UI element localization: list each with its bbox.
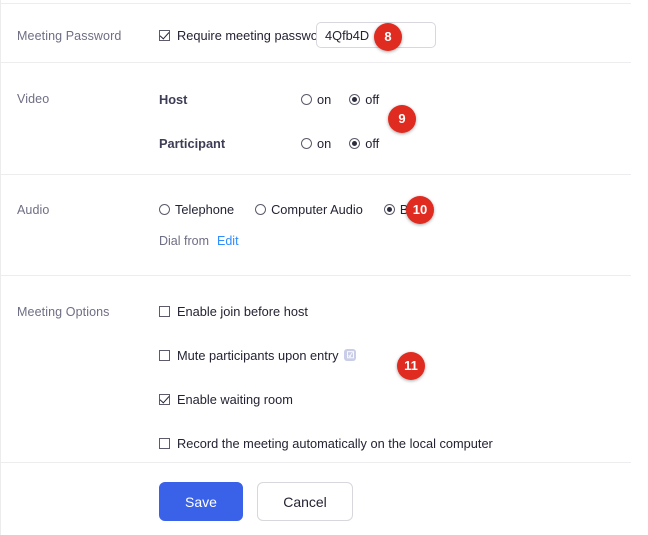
meeting-options-list: Enable join before host Mute participant…	[159, 304, 493, 451]
divider-before-actions	[1, 462, 631, 463]
audio-option-telephone[interactable]: Telephone	[159, 202, 234, 217]
option-label: Enable waiting room	[177, 392, 293, 407]
section-meeting-options: Meeting Options Enable join before host …	[1, 275, 648, 462]
section-label-meeting-options: Meeting Options	[17, 305, 110, 319]
video-participant-radio-group: on off	[301, 136, 379, 151]
section-audio: Audio Telephone Computer Audio Both Dial…	[1, 174, 648, 275]
radio-icon-selected[interactable]	[349, 138, 360, 149]
callout-badge-8: 8	[374, 23, 402, 51]
audio-radio-group: Telephone Computer Audio Both	[159, 202, 426, 217]
dial-from-row: Dial from Edit	[159, 234, 239, 248]
save-button[interactable]: Save	[159, 482, 243, 521]
checkbox-icon-unchecked[interactable]	[159, 350, 170, 361]
section-label-audio: Audio	[17, 203, 49, 217]
option-enable-waiting-room[interactable]: Enable waiting room	[159, 392, 493, 407]
section-meeting-password: Meeting Password Require meeting passwor…	[1, 0, 648, 62]
radio-icon-selected[interactable]	[384, 204, 395, 215]
meeting-settings-form: Meeting Password Require meeting passwor…	[0, 0, 648, 535]
callout-badge-10: 10	[406, 196, 434, 224]
section-video: Video Host on off Participant on off	[1, 62, 648, 174]
section-label-video: Video	[17, 92, 49, 106]
video-participant-on-label: on	[317, 136, 331, 151]
section-label-meeting-password: Meeting Password	[17, 29, 121, 43]
require-password-field: Require meeting password	[159, 28, 329, 43]
checkbox-icon-checked[interactable]	[159, 394, 170, 405]
video-host-label: Host	[159, 92, 187, 107]
option-enable-join-before-host[interactable]: Enable join before host	[159, 304, 493, 319]
checkbox-icon-checked[interactable]	[159, 30, 170, 41]
video-host-on-label: on	[317, 92, 331, 107]
video-host-option-off[interactable]: off	[349, 92, 379, 107]
require-meeting-password-label: Require meeting password	[177, 28, 329, 43]
form-actions: Save Cancel	[159, 482, 353, 521]
dial-from-edit-link[interactable]: Edit	[217, 234, 239, 248]
video-participant-option-off[interactable]: off	[349, 136, 379, 151]
audio-option-computer-audio[interactable]: Computer Audio	[255, 202, 363, 217]
option-record-meeting-automatically[interactable]: Record the meeting automatically on the …	[159, 436, 493, 451]
video-participant-option-on[interactable]: on	[301, 136, 331, 151]
require-meeting-password-checkbox[interactable]: Require meeting password	[159, 28, 329, 43]
checkbox-icon-unchecked[interactable]	[159, 306, 170, 317]
option-label: Mute participants upon entry	[177, 348, 338, 363]
video-host-radio-group: on off	[301, 92, 379, 107]
callout-badge-11: 11	[397, 352, 425, 380]
audio-telephone-label: Telephone	[175, 202, 234, 217]
video-host-option-on[interactable]: on	[301, 92, 331, 107]
option-mute-participants-upon-entry[interactable]: Mute participants upon entry ☑	[159, 348, 493, 363]
radio-icon-selected[interactable]	[349, 94, 360, 105]
info-chip-icon: ☑	[344, 349, 356, 361]
video-participant-label: Participant	[159, 136, 225, 151]
dial-from-label: Dial from	[159, 234, 209, 248]
checkbox-icon-unchecked[interactable]	[159, 438, 170, 449]
radio-icon-unselected[interactable]	[301, 94, 312, 105]
audio-computer-audio-label: Computer Audio	[271, 202, 363, 217]
option-label: Enable join before host	[177, 304, 308, 319]
video-participant-off-label: off	[365, 136, 379, 151]
radio-icon-unselected[interactable]	[301, 138, 312, 149]
cancel-button[interactable]: Cancel	[257, 482, 353, 521]
callout-badge-9: 9	[388, 105, 416, 133]
option-label: Record the meeting automatically on the …	[177, 436, 493, 451]
radio-icon-unselected[interactable]	[255, 204, 266, 215]
video-host-off-label: off	[365, 92, 379, 107]
radio-icon-unselected[interactable]	[159, 204, 170, 215]
